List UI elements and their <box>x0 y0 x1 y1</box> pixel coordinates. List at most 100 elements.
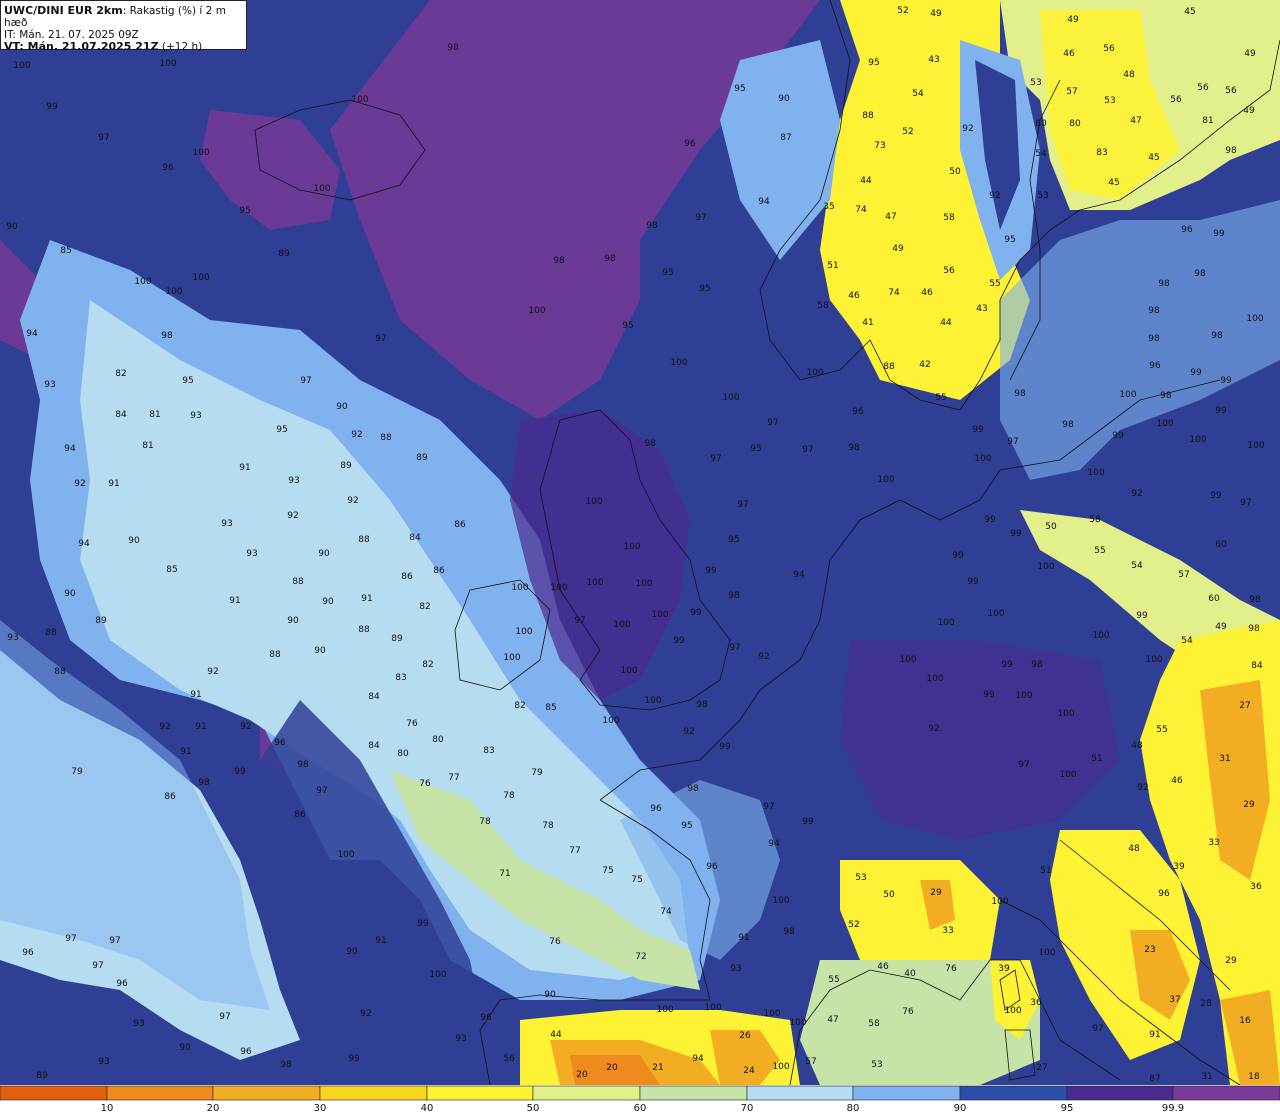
value-label: 54 <box>912 89 924 99</box>
value-label: 96 <box>852 407 864 417</box>
value-label: 92 <box>347 496 358 506</box>
value-label: 90 <box>179 1043 191 1053</box>
value-label: 94 <box>768 839 780 849</box>
value-label: 37 <box>1169 995 1180 1005</box>
value-label: 88 <box>54 667 66 677</box>
value-label: 95 <box>239 206 250 216</box>
value-label: 100 <box>1247 441 1264 451</box>
value-label: 46 <box>921 288 933 298</box>
value-label: 90 <box>6 222 18 232</box>
value-label: 100 <box>1057 709 1074 719</box>
value-label: 83 <box>395 673 406 683</box>
value-label: 98 <box>1160 391 1172 401</box>
value-label: 73 <box>874 141 885 151</box>
legend-tick-label: 90 <box>954 1103 967 1114</box>
value-label: 90 <box>336 402 348 412</box>
value-label: 81 <box>142 441 153 451</box>
value-label: 86 <box>401 572 413 582</box>
value-label: 98 <box>1249 595 1261 605</box>
value-label: 93 <box>44 380 55 390</box>
lead-time: (+12 h) <box>161 41 203 53</box>
value-label: 90 <box>322 597 334 607</box>
legend-tick-label: 70 <box>741 1103 754 1114</box>
value-label: 91 <box>229 596 240 606</box>
value-label: 100 <box>651 610 668 620</box>
value-label: 97 <box>316 786 327 796</box>
value-label: 100 <box>585 497 602 507</box>
value-label: 49 <box>1215 622 1227 632</box>
value-label: 85 <box>166 565 177 575</box>
value-label: 100 <box>1087 468 1104 478</box>
value-label: 56 <box>1170 95 1182 105</box>
value-label: 96 <box>22 948 34 958</box>
value-label: 100 <box>159 59 176 69</box>
value-label: 91 <box>180 747 191 757</box>
value-label: 99 <box>1112 431 1124 441</box>
value-label: 77 <box>448 773 459 783</box>
value-label: 36 <box>1250 882 1262 892</box>
value-label: 98 <box>848 443 860 453</box>
value-label: 44 <box>940 318 952 328</box>
value-label: 100 <box>313 184 330 194</box>
legend-swatch <box>639 1085 748 1101</box>
value-label: 88 <box>358 535 370 545</box>
value-label: 95 <box>182 376 193 386</box>
legend-tick-label: 30 <box>314 1103 327 1114</box>
value-label: 92 <box>683 727 694 737</box>
value-label: 99 <box>952 551 964 561</box>
value-label: 98 <box>1225 146 1237 156</box>
value-label: 36 <box>1030 998 1042 1008</box>
value-label: 100 <box>620 666 637 676</box>
value-label: 82 <box>115 369 126 379</box>
value-label: 93 <box>98 1057 109 1067</box>
value-label: 46 <box>1063 49 1075 59</box>
value-label: 94 <box>64 444 76 454</box>
value-label: 98 <box>1158 279 1170 289</box>
value-label: 90 <box>64 589 76 599</box>
value-label: 74 <box>888 288 900 298</box>
value-label: 97 <box>1092 1024 1103 1034</box>
value-label: 52 <box>902 127 913 137</box>
value-label: 90 <box>346 947 358 957</box>
value-label: 91 <box>361 594 372 604</box>
value-label: 98 <box>1014 389 1026 399</box>
value-label: 29 <box>930 888 942 898</box>
value-label: 98 <box>297 760 309 770</box>
value-label: 54 <box>1035 149 1047 159</box>
value-label: 56 <box>1197 83 1209 93</box>
value-label: 95 <box>662 268 673 278</box>
value-label: 87 <box>1149 1074 1160 1084</box>
value-label: 78 <box>542 821 554 831</box>
value-label: 81 <box>149 410 160 420</box>
value-label: 97 <box>763 802 774 812</box>
value-label: 57 <box>1178 570 1189 580</box>
value-label: 31 <box>1201 1072 1212 1082</box>
value-label: 92 <box>74 479 85 489</box>
value-label: 29 <box>1243 800 1255 810</box>
value-label: 51 <box>827 261 838 271</box>
value-label: 93 <box>455 1034 466 1044</box>
value-label: 84 <box>368 692 380 702</box>
value-label: 55 <box>1156 725 1167 735</box>
value-label: 94 <box>78 539 90 549</box>
value-label: 89 <box>36 1071 48 1081</box>
value-label: 60 <box>1208 594 1220 604</box>
value-label: 44 <box>550 1030 562 1040</box>
value-label: 53 <box>855 873 866 883</box>
legend-swatch <box>0 1085 108 1101</box>
value-label: 95 <box>681 821 692 831</box>
value-label: 88 <box>45 628 57 638</box>
value-label: 100 <box>899 655 916 665</box>
value-label: 93 <box>7 633 18 643</box>
value-label: 87 <box>780 133 791 143</box>
value-label: 91 <box>375 936 386 946</box>
value-label: 100 <box>511 583 528 593</box>
value-label: 100 <box>528 306 545 316</box>
value-label: 75 <box>631 875 642 885</box>
value-label: 47 <box>885 212 896 222</box>
value-label: 100 <box>937 618 954 628</box>
value-label: 92 <box>989 191 1000 201</box>
value-label: 18 <box>1248 1072 1260 1082</box>
value-label: 23 <box>1144 945 1155 955</box>
value-label: 99 <box>1210 491 1222 501</box>
